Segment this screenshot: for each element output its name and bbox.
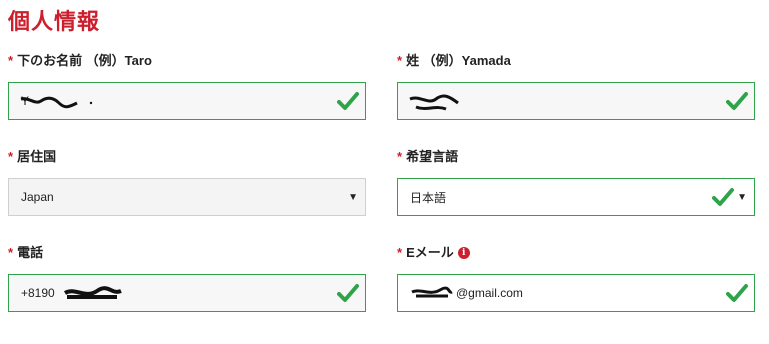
first-name-label: * 下のお名前 （例）Taro <box>8 53 152 68</box>
redaction-scribble <box>63 286 122 299</box>
phone-label: * 電話 <box>8 245 44 260</box>
country-field: * 居住国 Japan ▼ <box>8 148 366 216</box>
check-icon <box>712 188 734 206</box>
redaction-scribble <box>409 94 459 111</box>
last-name-field: * 姓 （例）Yamada <box>397 52 755 120</box>
check-icon <box>337 284 359 302</box>
check-icon <box>726 92 748 110</box>
language-value: 日本語 <box>410 190 447 205</box>
phone-field: * 電話 +8190 <box>8 244 366 312</box>
section-title: 個人情報 <box>8 9 101 34</box>
country-value: Japan <box>21 190 54 204</box>
info-icon[interactable]: i <box>457 247 470 259</box>
email-value: @gmail.com <box>456 286 523 300</box>
email-field: * Eメール i @gmail.com <box>397 244 755 312</box>
redaction-scribble <box>20 96 93 109</box>
check-icon <box>337 92 359 110</box>
required-marker: * <box>8 245 14 260</box>
phone-value: +8190 <box>21 286 55 300</box>
redaction-scribble <box>411 286 453 298</box>
phone-input[interactable]: +8190 <box>8 274 366 312</box>
caret-down-icon: ▼ <box>737 191 747 203</box>
email-label: * Eメール i <box>397 244 755 262</box>
language-label: * 希望言語 <box>397 149 459 164</box>
required-marker: * <box>397 245 403 260</box>
required-marker: * <box>8 149 14 164</box>
check-icon <box>726 284 748 302</box>
language-field: * 希望言語 日本語 ▼ <box>397 148 755 216</box>
first-name-input[interactable]: Y <box>8 82 366 120</box>
language-select[interactable]: 日本語 ▼ <box>397 178 755 216</box>
caret-down-icon: ▼ <box>348 191 358 203</box>
required-marker: * <box>8 53 14 68</box>
required-marker: * <box>397 53 403 68</box>
last-name-label: * 姓 （例）Yamada <box>397 53 511 68</box>
country-label: * 居住国 <box>8 149 57 164</box>
email-input[interactable]: @gmail.com <box>397 274 755 312</box>
first-name-field: * 下のお名前 （例）Taro Y <box>8 52 366 120</box>
last-name-input[interactable] <box>397 82 755 120</box>
country-select[interactable]: Japan ▼ <box>8 178 366 216</box>
required-marker: * <box>397 149 403 164</box>
